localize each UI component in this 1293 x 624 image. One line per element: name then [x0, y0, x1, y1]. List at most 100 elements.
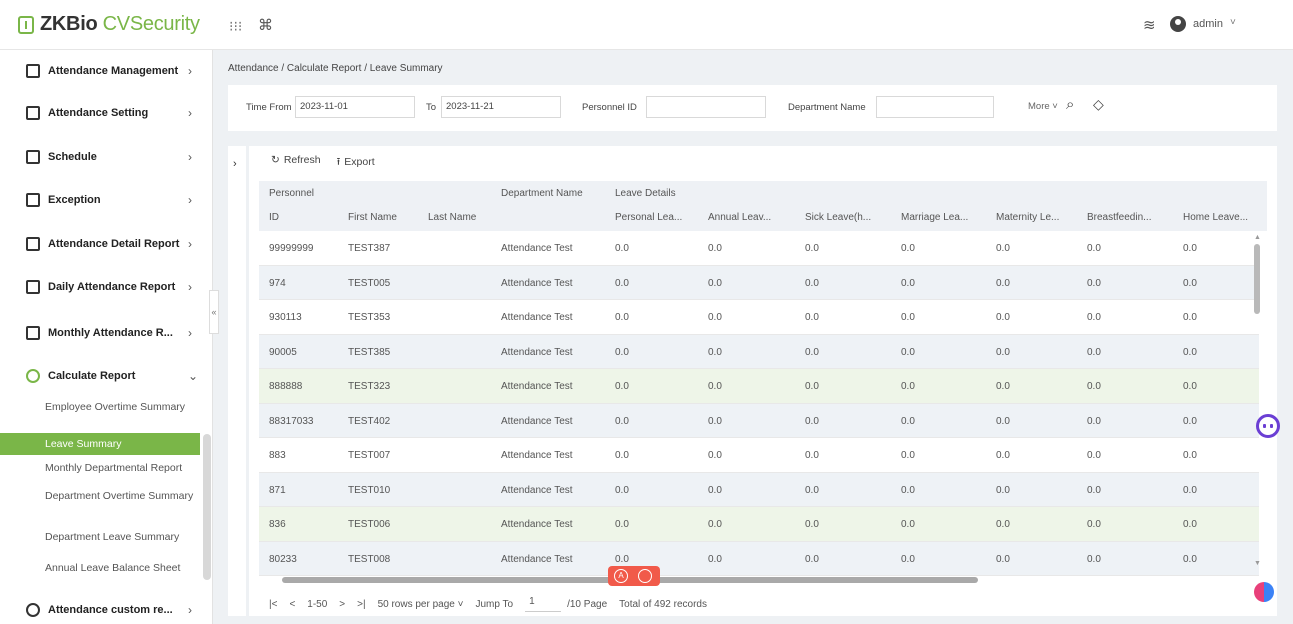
- column-header-annual-leave[interactable]: Annual Leav...: [708, 212, 771, 223]
- collapse-sidebar-button[interactable]: «: [209, 290, 219, 334]
- sidebar-item-calculate-report[interactable]: Calculate Report ⌄: [0, 355, 213, 397]
- accessibility-icon[interactable]: A: [614, 569, 628, 583]
- sidebar-item-exception[interactable]: Exception ›: [0, 179, 213, 221]
- sidebar-item-label: Exception: [48, 194, 101, 206]
- table-row[interactable]: 883 TEST007 Attendance Test 0.0 0.0 0.0 0.0 0.0…: [259, 438, 1259, 473]
- cell-leave-value: 0.0: [708, 346, 722, 358]
- cell-leave-value: 0.0: [615, 381, 629, 392]
- vertical-scrollbar[interactable]: [1254, 244, 1260, 314]
- cell-first-name: TEST007: [348, 450, 391, 461]
- rows-per-page-select[interactable]: 50 rows per page ˅: [378, 599, 464, 610]
- pagination: |< < 1-50 > >| 50 rows per page ˅ Jump T…: [269, 596, 719, 612]
- schedule-icon: [26, 150, 40, 164]
- sidebar-item-attendance-setting[interactable]: Attendance Setting ›: [0, 92, 213, 134]
- cell-leave-value: 0.0: [1183, 553, 1197, 565]
- scroll-up-icon[interactable]: ▲: [1254, 234, 1261, 241]
- time-to-input[interactable]: 2023-11-21: [441, 96, 561, 118]
- logo[interactable]: ZKBio CVSecurity: [18, 13, 200, 36]
- table-row[interactable]: 88317033 TEST402 Attendance Test 0.0 0.0 0.0 0…: [259, 403, 1259, 438]
- column-header-marriage-leave[interactable]: Marriage Lea...: [901, 212, 968, 223]
- column-header-home-leave[interactable]: Home Leave...: [1183, 212, 1248, 223]
- table-header: Personnel Department Name Leave Details …: [259, 181, 1267, 231]
- pie-chart-icon: [26, 369, 40, 383]
- chevron-right-icon: ›: [188, 603, 192, 617]
- sidebar-scrollbar[interactable]: [203, 434, 211, 580]
- search-icon[interactable]: ⌕: [1066, 96, 1074, 113]
- next-page-button[interactable]: >: [339, 599, 345, 610]
- scroll-down-icon[interactable]: ▼: [1254, 560, 1261, 567]
- sidebar-item-attendance-management[interactable]: Attendance Management ›: [0, 50, 213, 92]
- table-row[interactable]: 836 TEST006 Attendance Test 0.0 0.0 0.0 0.0 0.0…: [259, 507, 1259, 542]
- export-button[interactable]: ⭱ Export: [337, 154, 375, 172]
- cell-first-name: TEST387: [348, 243, 391, 254]
- sub-item-leave-summary[interactable]: Leave Summary: [0, 433, 200, 455]
- sub-item-department-overtime-summary[interactable]: Department Overtime Summary: [0, 491, 200, 502]
- column-header-breastfeeding-leave[interactable]: Breastfeedin...: [1087, 212, 1151, 223]
- cell-leave-value: 0.0: [805, 450, 819, 461]
- sub-item-monthly-departmental-report[interactable]: Monthly Departmental Report: [0, 463, 200, 474]
- column-header-maternity-leave[interactable]: Maternity Le...: [996, 212, 1059, 223]
- cell-first-name: TEST010: [348, 484, 391, 496]
- first-page-button[interactable]: |<: [269, 599, 277, 610]
- table-row[interactable]: 80233 TEST008 Attendance Test 0.0 0.0 0.0 0.0 0…: [259, 541, 1259, 576]
- jump-to-label: Jump To: [475, 598, 514, 610]
- sidebar-item-monthly-attendance-report[interactable]: Monthly Attendance R... ›: [0, 312, 213, 354]
- clear-filter-icon[interactable]: ◇: [1093, 96, 1104, 113]
- cell-first-name: TEST006: [348, 519, 391, 530]
- cell-leave-value: 0.0: [708, 312, 722, 323]
- layers-icon[interactable]: ≋: [1143, 16, 1156, 34]
- chevron-down-icon[interactable]: ˅: [1230, 17, 1236, 28]
- cell-leave-value: 0.0: [996, 277, 1010, 289]
- cell-leave-value: 0.0: [805, 519, 819, 530]
- refresh-button[interactable]: ↻ Refresh: [271, 154, 321, 172]
- export-label: Export: [344, 156, 375, 168]
- cell-leave-value: 0.0: [1183, 519, 1197, 530]
- cell-leave-value: 0.0: [708, 381, 722, 392]
- last-page-button[interactable]: >|: [357, 599, 365, 610]
- bar-chart-icon: [26, 326, 40, 340]
- app-grid-icon[interactable]: ⁝⁝⁝: [229, 18, 242, 35]
- table-row[interactable]: 888888 TEST323 Attendance Test 0.0 0.0 0.0 0.0…: [259, 369, 1259, 404]
- brain-icon[interactable]: [1254, 582, 1274, 602]
- floating-toolbar[interactable]: A: [608, 566, 660, 586]
- refresh-label: Refresh: [283, 154, 321, 166]
- table-row[interactable]: 930113 TEST353 Attendance Test 0.0 0.0 0.0 0.0…: [259, 300, 1259, 335]
- sidebar-item-attendance-custom-report[interactable]: Attendance custom re... ›: [0, 589, 213, 624]
- jump-to-input[interactable]: 1: [525, 596, 562, 612]
- column-header-personal-leave[interactable]: Personal Lea...: [615, 212, 682, 223]
- column-header-first-name[interactable]: First Name: [348, 212, 397, 223]
- cell-id: 871: [269, 484, 286, 496]
- sub-item-annual-leave-balance-sheet[interactable]: Annual Leave Balance Sheet: [0, 563, 200, 574]
- table-row[interactable]: 99999999 TEST387 Attendance Test 0.0 0.0 0.0 0…: [259, 231, 1259, 266]
- sub-item-employee-overtime-summary[interactable]: Employee Overtime Summary: [0, 402, 200, 413]
- cell-leave-value: 0.0: [1183, 243, 1197, 254]
- prev-page-button[interactable]: <: [289, 599, 295, 610]
- column-header-id[interactable]: ID: [269, 212, 279, 223]
- sub-item-department-leave-summary[interactable]: Department Leave Summary: [0, 532, 200, 543]
- cell-leave-value: 0.0: [615, 484, 629, 496]
- time-from-input[interactable]: 2023-11-01: [295, 96, 415, 118]
- sidebar-item-daily-attendance-report[interactable]: Daily Attendance Report ›: [0, 266, 213, 308]
- report-panel: ↻ Refresh ⭱ Export Personnel Department Na…: [249, 146, 1277, 616]
- column-header-sick-leave[interactable]: Sick Leave(h...: [805, 212, 871, 223]
- assistant-bot-icon[interactable]: [1256, 414, 1280, 438]
- more-filters-button[interactable]: More ˅: [1028, 101, 1058, 112]
- department-name-input[interactable]: [876, 96, 994, 118]
- table-row[interactable]: 90005 TEST385 Attendance Test 0.0 0.0 0.0 0.0 0…: [259, 334, 1259, 369]
- cell-leave-value: 0.0: [615, 450, 629, 461]
- table-row[interactable]: 871 TEST010 Attendance Test 0.0 0.0 0.0 0.0 0.0…: [259, 472, 1259, 507]
- column-header-last-name[interactable]: Last Name: [428, 212, 476, 223]
- table-row[interactable]: 974 TEST005 Attendance Test 0.0 0.0 0.0 0.0 0.0…: [259, 265, 1259, 300]
- command-icon[interactable]: ⌘: [258, 16, 273, 34]
- search-icon[interactable]: [638, 569, 652, 583]
- user-avatar-icon[interactable]: [1170, 16, 1186, 32]
- sidebar-item-attendance-detail-report[interactable]: Attendance Detail Report ›: [0, 223, 213, 265]
- user-name[interactable]: admin: [1193, 18, 1223, 30]
- chevron-down-icon: ⌄: [188, 369, 199, 383]
- cell-leave-value: 0.0: [1087, 346, 1101, 358]
- personnel-id-input[interactable]: [646, 96, 766, 118]
- expand-arrow-icon[interactable]: ›: [233, 158, 237, 170]
- sidebar-item-schedule[interactable]: Schedule ›: [0, 136, 213, 178]
- filter-bar: Time From 2023-11-01 To 2023-11-21 Perso…: [228, 85, 1277, 131]
- sidebar-item-label: Calculate Report: [48, 370, 136, 382]
